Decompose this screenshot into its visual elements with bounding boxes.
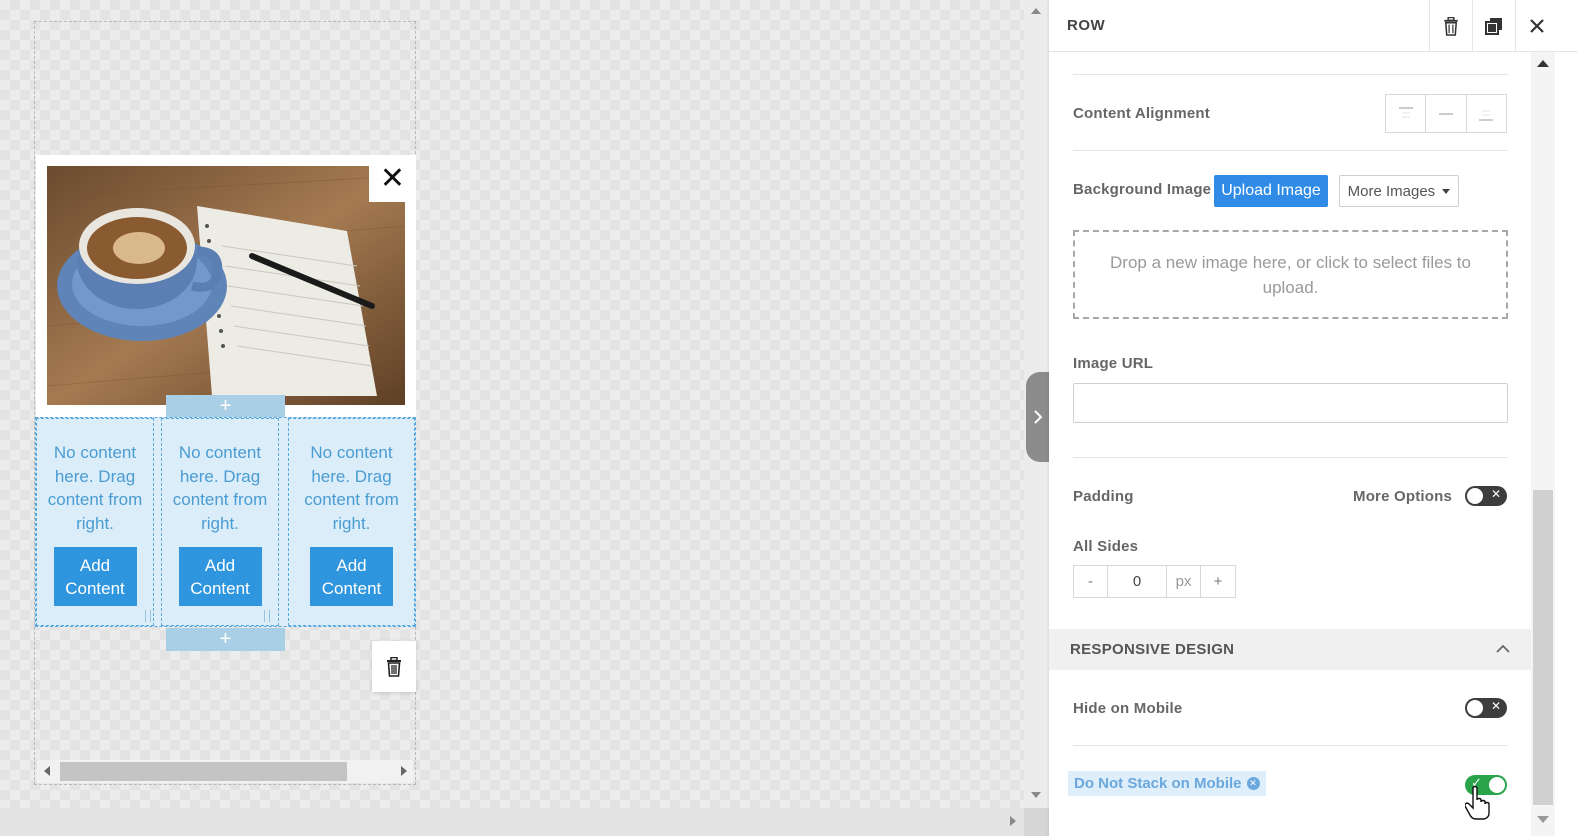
align-bottom-button[interactable] — [1467, 95, 1506, 132]
responsive-design-section-header[interactable]: RESPONSIVE DESIGN — [1049, 629, 1531, 670]
scroll-down-icon[interactable] — [1537, 816, 1549, 823]
scroll-up-icon[interactable] — [1537, 60, 1549, 67]
align-middle-button[interactable] — [1426, 95, 1467, 132]
divider — [1073, 457, 1508, 458]
align-middle-icon — [1438, 112, 1453, 115]
column-1[interactable]: No content here. Drag content from right… — [36, 418, 154, 626]
remove-tag-icon[interactable]: ✕ — [1246, 777, 1260, 790]
column-3[interactable]: No content here. Drag content from right… — [288, 418, 415, 626]
column-resize-handle[interactable] — [143, 418, 151, 626]
scroll-right-icon[interactable] — [401, 766, 407, 776]
add-content-button[interactable]: Add Content — [310, 547, 393, 606]
duplicate-row-button[interactable] — [1472, 0, 1515, 52]
scrollbar-thumb[interactable] — [60, 762, 347, 781]
row-delete-button[interactable] — [372, 641, 416, 692]
trash-icon — [387, 656, 401, 677]
padding-value[interactable]: 0 — [1108, 566, 1167, 597]
popup-close-icon[interactable]: ✕ — [369, 155, 416, 202]
do-not-stack-tag[interactable]: Do Not Stack on Mobile ✕ — [1068, 771, 1266, 796]
close-icon — [1530, 19, 1544, 33]
panel-title: ROW — [1067, 17, 1106, 34]
trash-icon — [1444, 16, 1458, 36]
scrollbar-thumb[interactable] — [1533, 490, 1553, 805]
scroll-down-icon[interactable] — [1031, 792, 1041, 798]
divider — [1073, 745, 1508, 746]
chevron-up-icon — [1496, 644, 1510, 653]
more-options-toggle[interactable] — [1465, 486, 1507, 506]
hide-on-mobile-label: Hide on Mobile — [1073, 700, 1183, 717]
content-alignment-group[interactable] — [1385, 94, 1507, 133]
more-images-dropdown[interactable]: More Images — [1339, 175, 1459, 207]
delete-row-button[interactable] — [1429, 0, 1472, 52]
align-bottom-icon — [1479, 110, 1494, 121]
add-row-above-button[interactable]: + — [166, 395, 285, 418]
dropzone-text: Drop a new image here, or click to selec… — [1110, 252, 1471, 297]
image-dropzone[interactable]: Drop a new image here, or click to selec… — [1073, 230, 1508, 319]
responsive-design-title: RESPONSIVE DESIGN — [1070, 641, 1235, 658]
padding-label: Padding — [1073, 488, 1134, 505]
scroll-left-icon[interactable] — [44, 766, 50, 776]
upload-image-button[interactable]: Upload Image — [1214, 175, 1328, 207]
columns-row[interactable]: No content here. Drag content from right… — [35, 417, 416, 627]
divider — [1073, 74, 1508, 75]
canvas-horizontal-scrollbar[interactable] — [37, 760, 413, 783]
do-not-stack-label: Do Not Stack on Mobile — [1074, 775, 1242, 792]
coffee-notebook-photo — [47, 166, 405, 405]
close-panel-button[interactable] — [1515, 0, 1558, 52]
hand-cursor-icon — [1465, 786, 1490, 820]
more-images-label: More Images — [1347, 182, 1436, 200]
add-content-button[interactable]: Add Content — [178, 547, 262, 606]
chevron-right-icon — [1034, 410, 1043, 424]
content-alignment-label: Content Alignment — [1073, 105, 1210, 122]
column-resize-handle[interactable] — [262, 418, 270, 626]
padding-unit: px — [1167, 566, 1201, 597]
image-url-input[interactable] — [1073, 383, 1508, 423]
increment-button[interactable]: + — [1201, 566, 1235, 597]
decrement-button[interactable]: - — [1074, 566, 1108, 597]
panel-vertical-scrollbar[interactable] — [1531, 52, 1555, 836]
column-empty-text: No content here. Drag content from right… — [172, 443, 268, 533]
padding-stepper[interactable]: - 0 px + — [1073, 565, 1236, 598]
add-content-button[interactable]: Add Content — [53, 547, 137, 606]
image-url-label: Image URL — [1073, 355, 1154, 372]
divider — [1073, 150, 1508, 151]
panel-header: ROW — [1049, 0, 1578, 52]
panel-collapse-toggle[interactable] — [1026, 372, 1050, 462]
all-sides-label: All Sides — [1073, 538, 1139, 555]
column-empty-text: No content here. Drag content from right… — [47, 443, 143, 533]
scroll-right-icon[interactable] — [1010, 816, 1016, 826]
align-top-button[interactable] — [1386, 95, 1427, 132]
align-top-icon — [1398, 106, 1413, 117]
add-row-below-button[interactable]: + — [166, 628, 285, 651]
duplicate-icon — [1485, 18, 1502, 35]
scroll-up-icon[interactable] — [1031, 8, 1041, 14]
main-horizontal-scrollbar[interactable] — [0, 808, 1049, 836]
hide-on-mobile-toggle[interactable] — [1465, 698, 1507, 718]
caret-down-icon — [1442, 189, 1451, 195]
column-empty-text: No content here. Drag content from right… — [304, 443, 399, 533]
scrollbar-corner — [1024, 808, 1049, 836]
popup-image[interactable] — [47, 166, 405, 405]
more-options-label: More Options — [1353, 488, 1453, 505]
background-image-label: Background Image — [1073, 181, 1212, 198]
